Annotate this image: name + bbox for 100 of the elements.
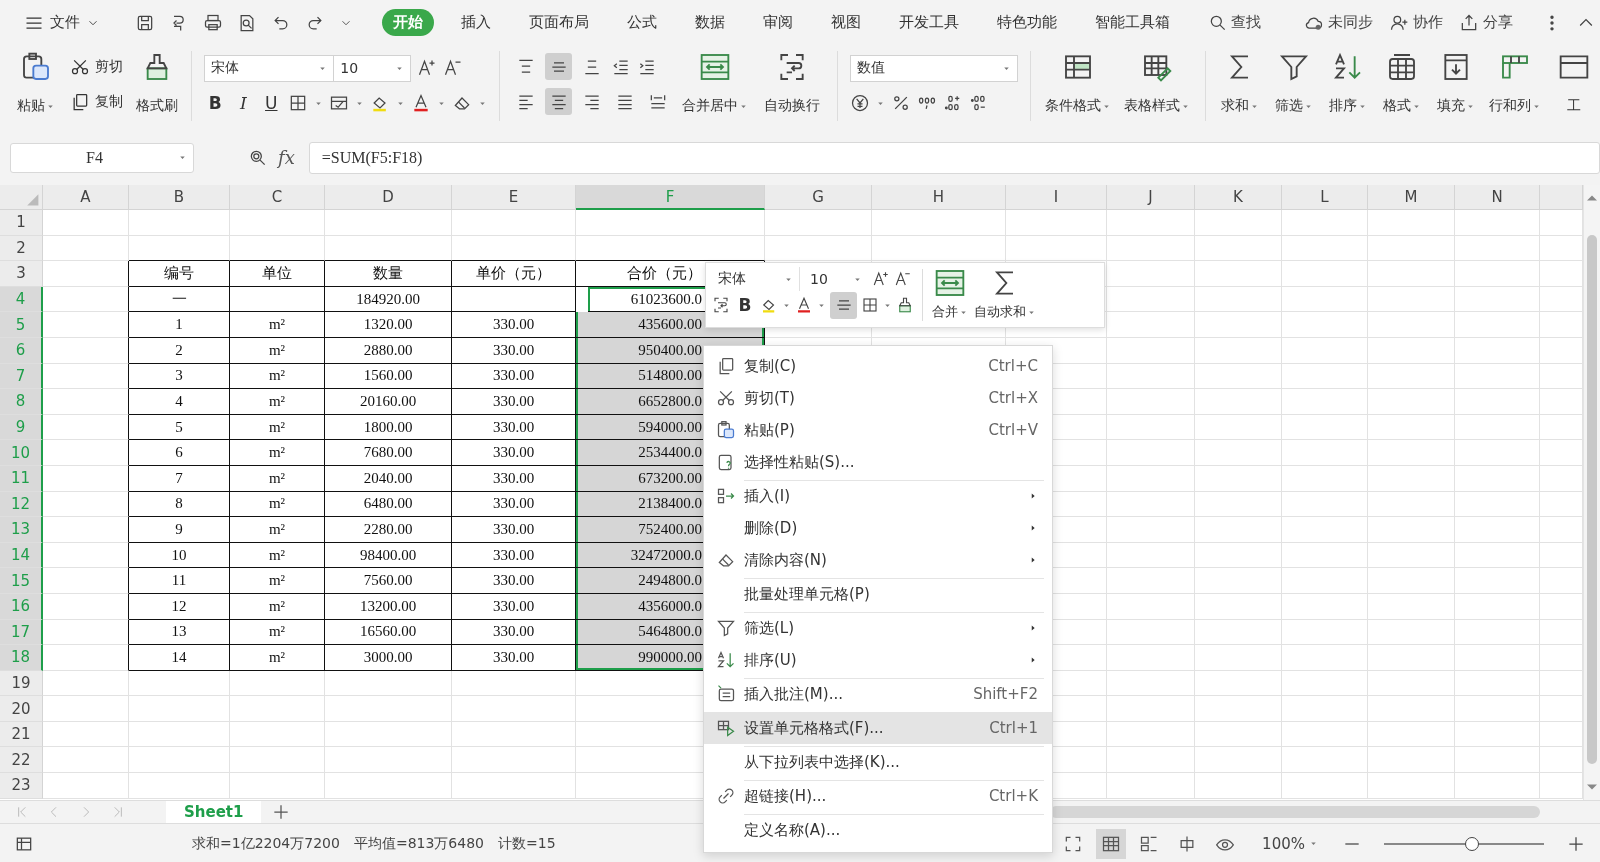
- row-header[interactable]: 23: [0, 773, 43, 799]
- tool-button[interactable]: 格式: [1378, 45, 1427, 127]
- table-cell: 10: [129, 542, 230, 569]
- table-cell: 单价（元）: [452, 261, 576, 287]
- paste-icon: [716, 420, 736, 440]
- currency-icon[interactable]: [849, 93, 870, 114]
- sum-text: 求和=1亿2204万7200: [192, 834, 340, 853]
- search-button[interactable]: 查找: [1197, 8, 1272, 37]
- wrap-icon[interactable]: [712, 296, 730, 315]
- table-cell: 3: [129, 363, 230, 390]
- tool-button[interactable]: 工: [1550, 45, 1598, 127]
- ribbon-tab[interactable]: 审阅: [752, 9, 804, 36]
- merge-button[interactable]: 合并: [929, 263, 971, 327]
- scroll-down-icon[interactable]: [1587, 784, 1597, 790]
- function-label[interactable]: fx: [278, 147, 295, 168]
- wrap-text-button[interactable]: 自动换行: [756, 45, 827, 127]
- column-header[interactable]: J: [1107, 185, 1195, 210]
- ribbon-tab[interactable]: 智能工具箱: [1084, 9, 1181, 36]
- row-header[interactable]: 3: [0, 261, 43, 287]
- column-header[interactable]: D: [325, 185, 452, 210]
- name-box[interactable]: F4: [10, 142, 194, 173]
- column-header[interactable]: M: [1368, 185, 1455, 210]
- column-header[interactable]: G: [765, 185, 872, 210]
- tool-button[interactable]: 求和: [1216, 45, 1265, 127]
- underline-button[interactable]: U: [260, 93, 283, 114]
- format-painter-button[interactable]: 格式刷: [133, 45, 182, 127]
- top-action-button[interactable]: 未同步: [1304, 12, 1373, 33]
- ribbon-tab[interactable]: 特色功能: [986, 9, 1068, 36]
- table-cell: 9: [129, 517, 230, 543]
- ribbon-tab[interactable]: 插入: [450, 9, 502, 36]
- table-cell: m²: [230, 568, 325, 594]
- tool-button[interactable]: 填充: [1432, 45, 1481, 127]
- autosum-button[interactable]: 自动求和: [971, 263, 1039, 327]
- italic-button[interactable]: I: [232, 93, 255, 114]
- zoom-slider-thumb[interactable]: [1465, 836, 1479, 851]
- table-cell: 单位: [230, 261, 325, 287]
- column-header[interactable]: A: [43, 185, 129, 210]
- comment-icon: [716, 684, 736, 704]
- column-header[interactable]: L: [1282, 185, 1368, 210]
- top-action-button[interactable]: 分享: [1459, 12, 1513, 33]
- ribbon-tab[interactable]: 视图: [820, 9, 872, 36]
- font-size-field[interactable]: 10: [333, 54, 412, 82]
- copy-button[interactable]: 复制: [66, 89, 127, 114]
- merge-icon: [934, 267, 966, 299]
- tool-button[interactable]: 筛选: [1270, 45, 1319, 127]
- tool-button[interactable]: 排序: [1324, 45, 1373, 127]
- merge-center-button[interactable]: 合并居中: [677, 45, 753, 127]
- row-header[interactable]: 20: [0, 696, 43, 722]
- row-header[interactable]: 2: [0, 235, 43, 262]
- style-button[interactable]: 表格样式: [1119, 45, 1196, 127]
- column-header[interactable]: C: [230, 185, 325, 210]
- caret-icon: [178, 153, 187, 162]
- column-header[interactable]: I: [1006, 185, 1107, 210]
- align-button[interactable]: [545, 88, 573, 115]
- scroll-up-icon[interactable]: [1587, 195, 1597, 201]
- column-header[interactable]: H: [872, 185, 1006, 210]
- vertical-scrollbar[interactable]: [1583, 185, 1600, 800]
- file-menu[interactable]: 文件: [18, 12, 106, 33]
- row-header[interactable]: 22: [0, 747, 43, 774]
- row-header[interactable]: 1: [0, 210, 43, 236]
- tool-button[interactable]: 行和列: [1486, 45, 1544, 127]
- formula-field[interactable]: =SUM(F5:F18): [308, 141, 1600, 174]
- table-cell: 1560.00: [325, 363, 452, 390]
- cell-format-icon: [716, 718, 736, 738]
- cut-button[interactable]: 剪切: [66, 54, 127, 79]
- paste-button[interactable]: 粘贴: [12, 45, 60, 127]
- column-header[interactable]: N: [1455, 185, 1540, 210]
- align-button[interactable]: [830, 291, 857, 319]
- corner-cell[interactable]: [0, 185, 43, 210]
- border-icon[interactable]: [861, 296, 879, 315]
- column-header[interactable]: E: [452, 185, 576, 210]
- align-button[interactable]: [545, 53, 573, 80]
- font-name-field[interactable]: 宋体: [204, 54, 335, 82]
- zoom-level-button[interactable]: 100%: [1262, 834, 1318, 853]
- row-header[interactable]: 21: [0, 721, 43, 748]
- table-cell: m²: [230, 517, 325, 543]
- table-cell: m²: [230, 465, 325, 492]
- column-header[interactable]: B: [129, 185, 230, 210]
- table-cell: 11: [129, 568, 230, 594]
- print-icon[interactable]: [203, 12, 223, 33]
- menu-item[interactable]: 设置单元格格式(F)... Ctrl+1: [704, 712, 1052, 744]
- column-header[interactable]: K: [1195, 185, 1282, 210]
- bold-button[interactable]: B: [204, 93, 227, 114]
- table-cell: 6480.00: [325, 491, 452, 518]
- top-action-button[interactable]: 协作: [1389, 12, 1443, 33]
- table-cell: 12: [129, 593, 230, 620]
- brush-icon[interactable]: [896, 296, 914, 315]
- ribbon-tab[interactable]: 数据: [684, 9, 736, 36]
- number-format-field[interactable]: 数值: [849, 54, 1018, 82]
- count-text: 计数=15: [498, 834, 556, 853]
- ribbon-tab[interactable]: 公式: [616, 9, 668, 36]
- style-button[interactable]: 条件格式: [1040, 45, 1116, 127]
- view-button[interactable]: [1096, 828, 1127, 859]
- ribbon-tab[interactable]: 页面布局: [518, 9, 600, 36]
- ribbon-tab[interactable]: 开发工具: [888, 9, 970, 36]
- table-cell: 2: [129, 337, 230, 364]
- row-header[interactable]: 19: [0, 670, 43, 697]
- font-color-icon[interactable]: [795, 296, 813, 315]
- link-icon: [716, 786, 736, 806]
- horizontal-scrollbar[interactable]: [1050, 806, 1540, 818]
